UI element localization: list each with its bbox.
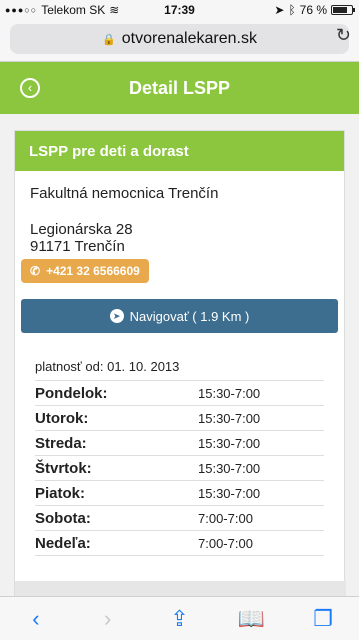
day-label: Utorok: — [35, 409, 89, 427]
app-header: ‹ Detail LSPP — [0, 62, 359, 114]
valid-from: platnosť od: 01. 10. 2013 — [35, 359, 324, 381]
time-value: 7:00-7:00 — [198, 510, 253, 526]
navigation-arrow-icon: ➤ — [109, 309, 124, 323]
time-value: 15:30-7:00 — [198, 485, 261, 501]
navigate-button[interactable]: ➤ Navigovať ( 1.9 Km ) — [21, 299, 338, 333]
bookmarks-icon[interactable]: 📖 — [236, 604, 266, 634]
url-field[interactable]: 🔒 otvorenalekaren.sk — [10, 24, 349, 54]
hours-row: Sobota: 7:00-7:00 — [35, 506, 324, 531]
forward-arrow-icon[interactable]: › — [93, 604, 123, 634]
detail-card: LSPP pre deti a dorast Fakultná nemocnic… — [14, 130, 346, 596]
phone-button[interactable]: ✆ +421 32 6566609 — [21, 259, 149, 283]
hospital-name: Fakultná nemocnica Trenčín — [30, 185, 219, 202]
hours-row: Piatok: 15:30-7:00 — [35, 481, 324, 506]
day-label: Pondelok: — [35, 384, 108, 402]
address-line-1: Legionárska 28 — [30, 221, 133, 238]
back-arrow-icon[interactable]: ‹ — [21, 604, 51, 634]
status-bar: ●●●○○ Telekom SK ≋ 17:39 ➤ ᛒ 76 % — [0, 0, 359, 20]
day-label: Nedeľa: — [35, 534, 91, 552]
time-value: 15:30-7:00 — [198, 435, 261, 451]
reload-icon[interactable]: ↻ — [336, 25, 351, 46]
card-title: LSPP pre deti a dorast — [15, 131, 344, 171]
share-icon[interactable]: ⇪ — [164, 604, 194, 634]
phone-number: +421 32 6566609 — [46, 264, 140, 278]
bluetooth-icon: ᛒ — [288, 3, 296, 17]
status-right: ➤ ᛒ 76 % — [274, 3, 355, 17]
url-text: otvorenalekaren.sk — [121, 30, 257, 47]
location-icon: ➤ — [274, 3, 285, 17]
day-label: Streda: — [35, 434, 87, 452]
phone-icon: ✆ — [30, 264, 41, 278]
hours-row: Nedeľa: 7:00-7:00 — [35, 531, 324, 556]
opening-hours: platnosť od: 01. 10. 2013 Pondelok: 15:30… — [35, 359, 324, 556]
battery-icon — [331, 5, 355, 15]
lock-icon: 🔒 — [102, 33, 116, 46]
address-line-2: 91171 Trenčín — [30, 238, 125, 255]
hours-row: Streda: 15:30-7:00 — [35, 431, 324, 456]
content-area[interactable]: LSPP pre deti a dorast Fakultná nemocnic… — [0, 114, 359, 596]
map-preview[interactable] — [15, 581, 346, 596]
page-title: Detail LSPP — [128, 77, 231, 98]
browser-toolbar: ‹ › ⇪ 📖 ❐ — [0, 596, 359, 640]
time-value: 15:30-7:00 — [198, 385, 261, 401]
back-button[interactable]: ‹ — [20, 78, 40, 98]
browser-bar: 🔒 otvorenalekaren.sk ↻ — [0, 20, 359, 62]
battery-fill — [333, 7, 347, 13]
hours-row: Utorok: 15:30-7:00 — [35, 406, 324, 431]
day-label: Sobota: — [35, 509, 91, 527]
time-value: 7:00-7:00 — [198, 535, 253, 551]
hours-row: Štvrtok: 15:30-7:00 — [35, 456, 324, 481]
day-label: Štvrtok: — [35, 459, 92, 477]
tabs-icon[interactable]: ❐ — [308, 604, 338, 634]
time-value: 15:30-7:00 — [198, 410, 261, 426]
day-label: Piatok: — [35, 484, 86, 502]
navigate-label: Navigovať ( 1.9 Km ) — [129, 308, 250, 324]
battery-label: 76 % — [299, 3, 327, 17]
hours-row: Pondelok: 15:30-7:00 — [35, 381, 324, 406]
time-value: 15:30-7:00 — [198, 460, 261, 476]
